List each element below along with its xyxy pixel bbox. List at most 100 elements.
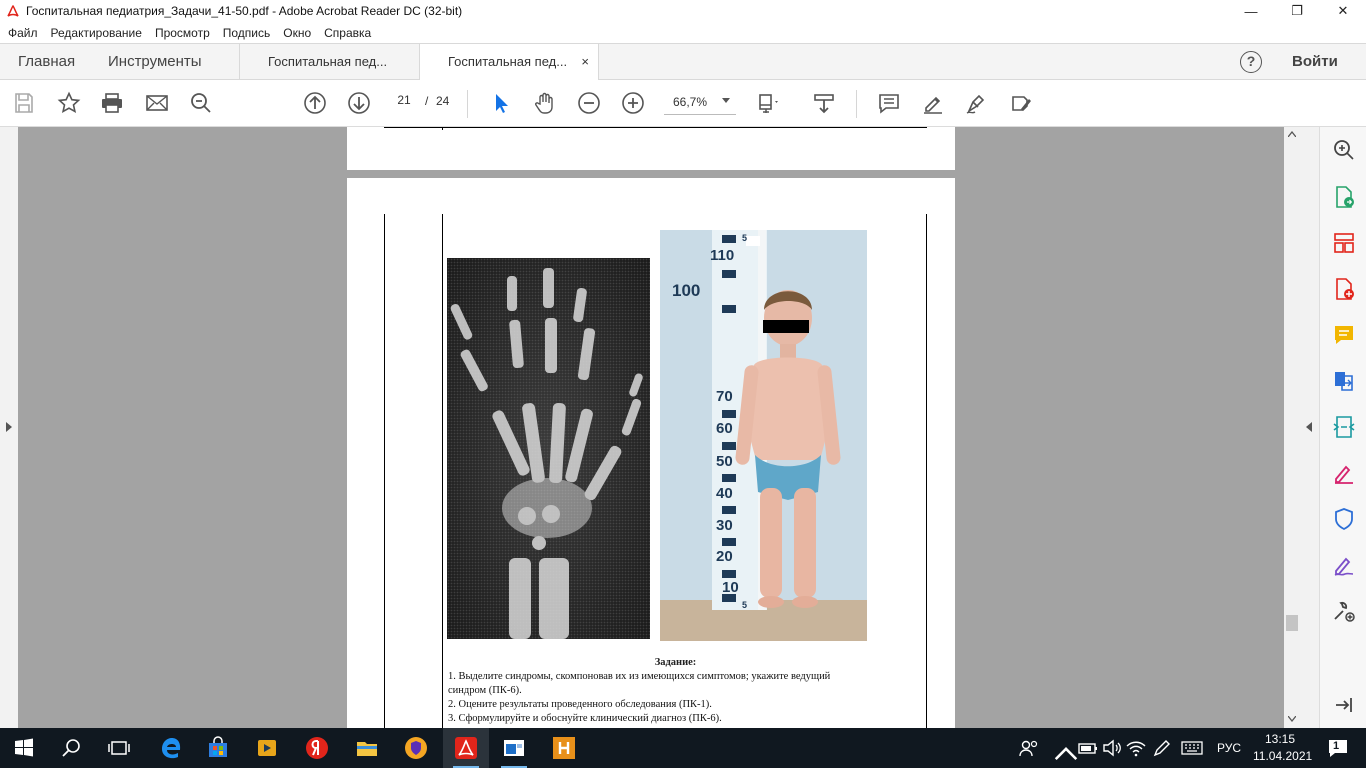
- chevron-down-icon: [722, 98, 730, 103]
- save-icon[interactable]: [12, 91, 36, 115]
- request-signature-icon[interactable]: [1332, 553, 1356, 577]
- task-view-icon[interactable]: [107, 736, 131, 760]
- scroll-mode-icon[interactable]: [812, 91, 836, 115]
- windows-taskbar: РУС 13:15 11.04.2021 1: [0, 728, 1366, 768]
- store-icon[interactable]: [206, 736, 230, 760]
- tab-document-2-label: Госпитальная пед...: [448, 54, 568, 69]
- menu-edit[interactable]: Редактирование: [51, 26, 142, 40]
- highlight-pen-icon[interactable]: [921, 91, 945, 115]
- vertical-scrollbar[interactable]: [1284, 127, 1300, 728]
- menu-file[interactable]: Файл: [8, 26, 38, 40]
- ruler-label: 10: [722, 579, 739, 596]
- page-separator: /: [425, 94, 429, 108]
- tab-home[interactable]: Главная: [18, 44, 75, 80]
- clock-time[interactable]: 13:15: [1265, 732, 1295, 746]
- toolbar-divider: [467, 90, 468, 118]
- yandex-browser-icon[interactable]: [305, 736, 329, 760]
- right-panel-toggle[interactable]: [1300, 127, 1319, 728]
- fit-page-icon[interactable]: [757, 91, 781, 115]
- menu-help[interactable]: Справка: [324, 26, 371, 40]
- collapse-panel-icon[interactable]: [1332, 693, 1356, 717]
- page-total: 24: [436, 94, 450, 108]
- page-number-input[interactable]: 21: [388, 93, 420, 107]
- sign-pen-icon[interactable]: [965, 91, 989, 115]
- app-h-icon[interactable]: [552, 736, 576, 760]
- touch-keyboard-icon[interactable]: [1180, 736, 1204, 760]
- window-title: Госпитальная педиатрия_Задачи_41-50.pdf …: [26, 4, 463, 18]
- task-heading: Задание:: [654, 657, 697, 668]
- tab-tools[interactable]: Инструменты: [108, 44, 202, 80]
- compress-pdf-icon[interactable]: [1332, 415, 1356, 439]
- pen-ink-icon[interactable]: [1150, 736, 1174, 760]
- acrobat-reader-icon[interactable]: [454, 736, 478, 760]
- maximize-button[interactable]: ❐: [1274, 0, 1320, 22]
- ruler-label: 70: [716, 388, 733, 405]
- edge-browser-icon[interactable]: [159, 736, 183, 760]
- select-cursor-icon[interactable]: [489, 91, 513, 115]
- file-explorer-icon[interactable]: [355, 736, 379, 760]
- start-windows-icon[interactable]: [12, 736, 36, 760]
- clock-date[interactable]: 11.04.2021: [1253, 749, 1312, 763]
- menu-window[interactable]: Окно: [283, 26, 311, 40]
- left-panel-toggle[interactable]: [0, 127, 18, 728]
- ruler-label: 5: [742, 600, 747, 610]
- people-icon[interactable]: [1017, 736, 1041, 760]
- bookmark-star-icon[interactable]: [57, 91, 81, 115]
- app-window-icon[interactable]: [502, 736, 526, 760]
- more-tools-icon[interactable]: [1332, 599, 1356, 623]
- tab-document-1-label: Госпитальная пед...: [268, 54, 388, 69]
- print-icon[interactable]: [100, 91, 124, 115]
- help-button[interactable]: ?: [1240, 51, 1262, 73]
- tools-side-panel: [1319, 127, 1366, 728]
- ruler-label: 5: [742, 233, 747, 243]
- fill-sign-icon[interactable]: [1009, 91, 1033, 115]
- zoom-dropdown[interactable]: 66,7%: [664, 91, 736, 115]
- search-zoom-icon[interactable]: [189, 91, 213, 115]
- collapse-right-icon: [1306, 422, 1312, 432]
- combine-files-icon[interactable]: [1332, 368, 1356, 392]
- email-icon[interactable]: [145, 91, 169, 115]
- input-language[interactable]: РУС: [1217, 741, 1241, 755]
- wifi-icon[interactable]: [1124, 736, 1148, 760]
- battery-icon[interactable]: [1076, 736, 1100, 760]
- search-zoom-icon[interactable]: [1332, 138, 1356, 162]
- scroll-down-icon[interactable]: [1288, 716, 1296, 722]
- create-pdf-icon[interactable]: [1332, 277, 1356, 301]
- menu-bar: Файл Редактирование Просмотр Подпись Окн…: [0, 22, 1366, 44]
- child-height-photo: 5 110 100 70 60 50 40 30 20 10 5: [660, 230, 867, 641]
- tray-chevron-icon[interactable]: [1054, 742, 1078, 761]
- previous-page-icon[interactable]: [303, 91, 327, 115]
- hand-tool-icon[interactable]: [533, 91, 557, 115]
- volume-icon[interactable]: [1100, 736, 1124, 760]
- export-pdf-icon[interactable]: [1332, 185, 1356, 209]
- media-player-icon[interactable]: [255, 736, 279, 760]
- ruler-label: 40: [716, 485, 733, 502]
- comment-tool-icon[interactable]: [1332, 323, 1356, 347]
- scroll-up-icon[interactable]: [1288, 131, 1296, 137]
- search-icon[interactable]: [60, 736, 84, 760]
- pdf-page-previous: [347, 127, 955, 170]
- ruler-label: 60: [716, 420, 733, 437]
- protect-shield-icon[interactable]: [1332, 507, 1356, 531]
- organize-pages-icon[interactable]: [1332, 231, 1356, 255]
- minimize-button[interactable]: —: [1228, 0, 1274, 22]
- ruler-label: 110: [710, 247, 734, 264]
- ruler-label: 20: [716, 548, 733, 565]
- next-page-icon[interactable]: [347, 91, 371, 115]
- close-window-button[interactable]: ✕: [1320, 0, 1366, 22]
- vpn-shield-icon[interactable]: [404, 736, 428, 760]
- scrollbar-thumb[interactable]: [1286, 615, 1298, 631]
- menu-sign[interactable]: Подпись: [223, 26, 271, 40]
- tab-close-icon[interactable]: ×: [581, 44, 589, 80]
- title-bar: Госпитальная педиатрия_Задачи_41-50.pdf …: [0, 0, 1366, 22]
- zoom-in-icon[interactable]: [621, 91, 645, 115]
- fill-and-sign-icon[interactable]: [1332, 461, 1356, 485]
- signin-button[interactable]: Войти: [1292, 44, 1338, 80]
- ruler-label: 50: [716, 453, 733, 470]
- tab-document-2[interactable]: Госпитальная пед... ×: [419, 44, 599, 81]
- comment-icon[interactable]: [877, 91, 901, 115]
- zoom-value: 66,7%: [673, 95, 708, 109]
- menu-view[interactable]: Просмотр: [155, 26, 210, 40]
- tab-document-1[interactable]: Госпитальная пед...: [239, 44, 419, 81]
- zoom-out-icon[interactable]: [577, 91, 601, 115]
